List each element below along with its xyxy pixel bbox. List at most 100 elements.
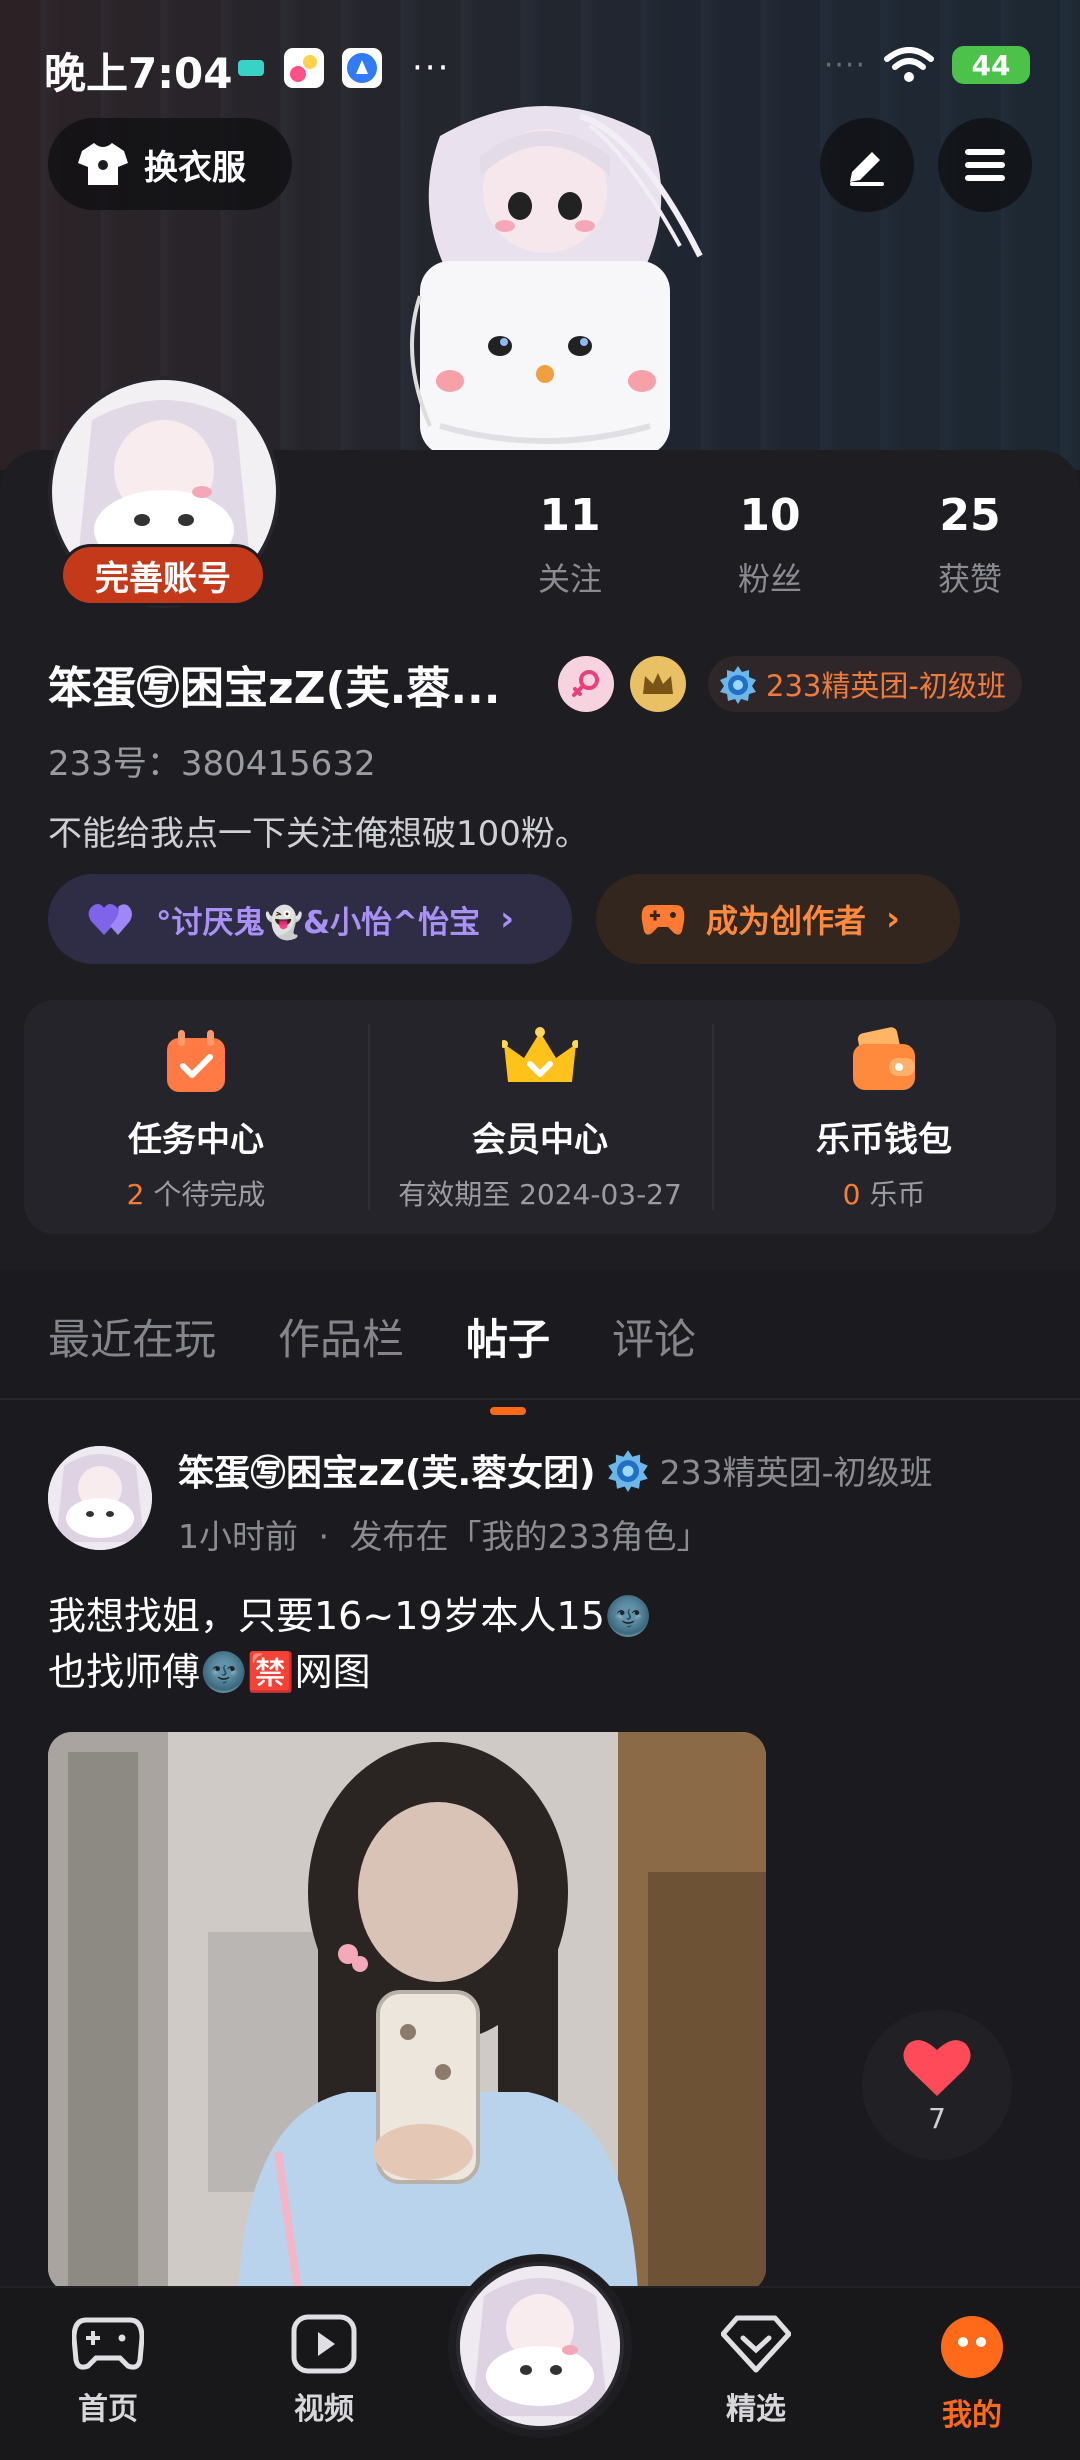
task-center-title: 任务中心	[128, 1120, 264, 1160]
task-pending-count: 2	[126, 1178, 145, 1211]
post-time: 1小时前	[178, 1517, 298, 1556]
nav-featured-label: 精选	[726, 2392, 786, 2427]
profile-name-row: 笨蛋㊢困宝zZ(芙.蓉... 233精英团-初级班	[48, 652, 1022, 716]
play-icon	[291, 2314, 357, 2374]
stat-likes-count: 25	[939, 490, 1001, 541]
nav-me[interactable]: 我的	[902, 2314, 1042, 2434]
wallet-balance: 0 乐币	[843, 1173, 926, 1213]
nav-avatar-image	[456, 2262, 624, 2430]
status-right-icons: ···· 44	[824, 46, 1030, 84]
stat-following-count: 11	[539, 490, 601, 541]
wallet-button[interactable]: 乐币钱包 0 乐币	[712, 1000, 1056, 1234]
chevron-right-icon: ›	[500, 899, 515, 939]
content-section: 最近在玩 作品栏 帖子 评论 笨蛋㊢困宝zZ(芙.蓉女团) 233精英团-初级班…	[0, 1270, 1080, 2292]
tab-posts[interactable]: 帖子	[466, 1306, 550, 1367]
task-center-sub: 2 个待完成	[127, 1173, 266, 1213]
quick-actions-panel: 任务中心 2 个待完成 会员中心 有效期至 2024-03-27 乐币钱包 0 …	[24, 1000, 1056, 1234]
profile-bio: 不能给我点一下关注俺想破100粉。	[48, 814, 589, 854]
stat-followers-label: 粉丝	[737, 560, 802, 598]
tab-comments[interactable]: 评论	[612, 1306, 696, 1367]
post-author-row: 笨蛋㊢困宝zZ(芙.蓉女团) 233精英团-初级班	[178, 1444, 933, 1496]
rank-badge[interactable]: 233精英团-初级班	[708, 656, 1022, 712]
fan-group-label: °讨厌鬼👻&小怡^怡宝	[156, 904, 481, 941]
tab-divider	[0, 1398, 1080, 1400]
tab-works[interactable]: 作品栏	[278, 1306, 404, 1367]
member-center-button[interactable]: 会员中心 有效期至 2024-03-27	[368, 1000, 712, 1234]
rank-badge-label: 233精英团-初级班	[766, 669, 1006, 703]
smile-face-icon	[941, 2316, 1003, 2378]
stat-following[interactable]: 11 关注	[470, 488, 670, 600]
become-creator-label: 成为创作者	[706, 902, 867, 940]
task-center-button[interactable]: 任务中心 2 个待完成	[24, 1000, 368, 1234]
member-expiry: 有效期至 2024-03-27	[398, 1178, 682, 1211]
member-center-title: 会员中心	[472, 1120, 608, 1160]
like-count: 7	[928, 2101, 946, 2135]
post-body-line-1: 我想找姐，只要16~19岁本人15🌚	[48, 1594, 653, 1638]
status-time: 晚上7:04	[44, 49, 233, 98]
crown-icon	[502, 1027, 578, 1082]
game-app-icon	[284, 48, 324, 88]
stat-followers[interactable]: 10 粉丝	[670, 488, 870, 600]
change-outfit-button[interactable]: 换衣服	[48, 118, 292, 210]
vip-crown-badge-icon[interactable]	[630, 656, 686, 712]
wifi-icon	[884, 47, 934, 82]
post-image[interactable]	[48, 1732, 766, 2292]
avatar-character-figure[interactable]	[380, 96, 710, 456]
status-bar: 晚上7:04 ··· ···· 44	[0, 0, 1080, 130]
wallet-balance-count: 0	[842, 1178, 861, 1211]
rank-medal-icon	[720, 666, 756, 704]
nav-avatar-center-button[interactable]	[448, 2254, 632, 2438]
post-author-avatar[interactable]	[48, 1446, 152, 1550]
female-gender-icon[interactable]	[558, 656, 614, 712]
signal-icon: ····	[823, 47, 866, 83]
nav-me-label: 我的	[942, 2398, 1002, 2433]
become-creator-button[interactable]: 成为创作者 ›	[596, 874, 960, 964]
nav-home[interactable]: 首页	[38, 2314, 178, 2428]
wallet-balance-suffix: 乐币	[860, 1178, 926, 1211]
post-meta: 1小时前 · 发布在「我的233角色」	[178, 1510, 710, 1558]
post-published-in[interactable]: 发布在「我的233角色」	[350, 1517, 710, 1556]
task-pending-suffix: 个待完成	[144, 1178, 266, 1211]
nav-featured[interactable]: 精选	[686, 2314, 826, 2428]
status-notification-icons: ···	[236, 48, 450, 88]
task-calendar-icon	[167, 1030, 225, 1092]
complete-account-button[interactable]: 完善账号	[60, 544, 266, 606]
post-author-rank: 233精英团-初级班	[659, 1453, 933, 1492]
wallet-icon	[853, 1027, 915, 1090]
change-outfit-label: 换衣服	[144, 147, 246, 188]
post-body[interactable]: 我想找姐，只要16~19岁本人15🌚 也找师傅🌚🈲网图	[48, 1588, 652, 1700]
tab-recently-played[interactable]: 最近在玩	[48, 1306, 216, 1367]
nav-video-label: 视频	[294, 2392, 354, 2427]
edit-profile-button[interactable]	[820, 118, 914, 212]
battery-icon: 44	[952, 46, 1030, 84]
pencil-icon	[850, 152, 884, 186]
diamond-heart-icon	[721, 2315, 791, 2373]
stat-likes-label: 获赞	[937, 560, 1002, 598]
chevron-right-icon: ›	[886, 899, 901, 939]
nav-home-label: 首页	[78, 2392, 138, 2427]
compass-app-icon	[342, 48, 382, 88]
stat-likes[interactable]: 25 获赞	[870, 488, 1070, 600]
like-button[interactable]: 7	[862, 2010, 1012, 2160]
message-app-icon	[238, 60, 264, 76]
profile-tabs: 最近在玩 作品栏 帖子 评论	[48, 1306, 696, 1367]
heart-icon	[903, 2039, 971, 2096]
hamburger-menu-icon	[965, 149, 1005, 181]
post-body-line-2: 也找师傅🌚🈲网图	[48, 1650, 371, 1694]
double-heart-icon	[88, 904, 132, 935]
menu-button[interactable]	[938, 118, 1032, 212]
stat-following-label: 关注	[537, 560, 602, 598]
profile-username: 笨蛋㊢困宝zZ(芙.蓉...	[48, 663, 501, 714]
post-meta-separator: ·	[318, 1517, 330, 1556]
rank-medal-icon	[607, 1450, 648, 1492]
gamepad-icon	[72, 2317, 144, 2370]
user-id[interactable]: 233号：380415632	[48, 736, 376, 785]
gamepad-plus-icon	[641, 905, 685, 935]
nav-video[interactable]: 视频	[254, 2314, 394, 2428]
post-author-name[interactable]: 笨蛋㊢困宝zZ(芙.蓉女团)	[178, 1444, 596, 1496]
tshirt-icon	[78, 143, 128, 185]
wallet-title: 乐币钱包	[816, 1120, 952, 1160]
fan-group-button[interactable]: °讨厌鬼👻&小怡^怡宝 ›	[48, 874, 572, 964]
profile-stats: 11 关注 10 粉丝 25 获赞	[470, 488, 1070, 600]
more-notifications-indicator: ···	[412, 48, 451, 88]
